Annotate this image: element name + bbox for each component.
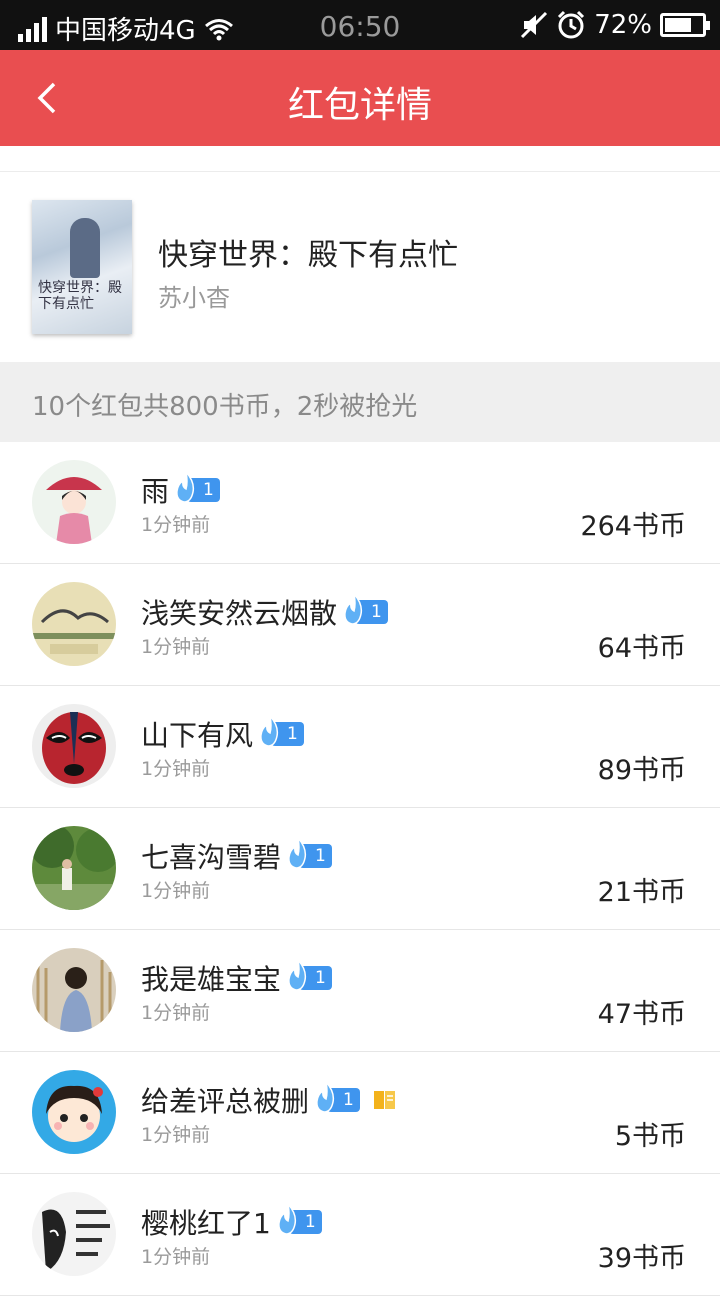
level-badge: 1 <box>344 592 388 625</box>
level-badge: 1 <box>260 714 304 747</box>
name-line: 七喜沟雪碧 1 <box>141 836 332 876</box>
grab-time: 1分钟前 <box>141 1002 211 1024</box>
battery-icon <box>660 13 710 37</box>
cover-figure <box>70 218 100 278</box>
flame-icon <box>316 1080 335 1113</box>
flame-icon <box>288 958 307 991</box>
status-bar: 中国移动4G 06:50 72% <box>0 0 720 50</box>
avatar[interactable] <box>32 826 116 910</box>
recipient-row[interactable]: 浅笑安然云烟散 1 1分钟前 64书币 <box>0 564 720 686</box>
grab-time: 1分钟前 <box>141 1246 211 1268</box>
grab-time: 1分钟前 <box>141 758 211 780</box>
recipient-row[interactable]: 七喜沟雪碧 1 1分钟前 21书币 <box>0 808 720 930</box>
level-badge: 1 <box>277 1202 322 1235</box>
grab-time: 1分钟前 <box>141 514 211 536</box>
grab-time: 1分钟前 <box>141 636 211 658</box>
mute-icon <box>521 11 548 39</box>
recipient-name[interactable]: 我是雄宝宝 <box>141 958 281 998</box>
name-line: 雨1 <box>141 470 220 510</box>
redpacket-summary: 10个红包共800书币，2秒被抢光 <box>0 362 720 442</box>
avatar[interactable] <box>32 582 116 666</box>
summary-text: 10个红包共800书币，2秒被抢光 <box>32 392 418 422</box>
name-line: 浅笑安然云烟散 1 <box>141 592 388 632</box>
book-card[interactable]: 快穿世界：殿下有点忙 快穿世界：殿下有点忙 苏小杳 <box>0 172 720 362</box>
recipient-name[interactable]: 雨 <box>141 470 169 510</box>
recipient-name[interactable]: 给差评总被删 <box>141 1080 309 1120</box>
grab-amount: 89书币 <box>597 755 686 786</box>
name-line: 给差评总被删 1 <box>141 1080 398 1120</box>
alarm-icon <box>558 10 585 39</box>
grab-amount: 21书币 <box>597 877 686 908</box>
avatar[interactable] <box>32 1070 116 1154</box>
recipient-list: 雨 1 1分钟前 264书币 浅笑安然云烟散 1 1分钟前 64书币 山下有风 1 1分钟前 89书币… <box>0 442 720 1296</box>
level-badge: 1 <box>316 1080 360 1113</box>
flame-icon <box>176 470 195 503</box>
flame-icon <box>260 714 279 747</box>
grab-time: 1分钟前 <box>141 1124 211 1146</box>
nav-header: 红包详情 <box>0 50 720 146</box>
avatar[interactable] <box>32 1192 116 1276</box>
recipient-row[interactable]: 山下有风 1 1分钟前 89书币 <box>0 686 720 808</box>
recipient-name[interactable]: 浅笑安然云烟散 <box>141 592 337 632</box>
book-author: 苏小杳 <box>158 284 230 312</box>
recipient-name[interactable]: 山下有风 <box>141 714 253 754</box>
recipient-row[interactable]: 雨 1 1分钟前 264书币 <box>0 442 720 564</box>
recipient-name[interactable]: 樱桃红了1 <box>141 1202 271 1242</box>
flame-icon <box>277 1202 296 1235</box>
flame-icon <box>344 592 363 625</box>
avatar[interactable] <box>32 460 116 544</box>
name-line: 山下有风 1 <box>141 714 304 754</box>
grab-time: 1分钟前 <box>141 880 211 902</box>
grab-amount: 39书币 <box>597 1243 686 1274</box>
battery-fill <box>665 18 691 32</box>
level-badge: 1 <box>176 470 220 503</box>
name-line: 我是雄宝宝 1 <box>141 958 332 998</box>
recipient-row[interactable]: 樱桃红了1 1 1分钟前 39书币 <box>0 1174 720 1296</box>
avatar[interactable] <box>32 948 116 1032</box>
grab-amount: 264书币 <box>580 511 686 542</box>
grab-amount: 5书币 <box>614 1121 686 1152</box>
top-spacer <box>0 146 720 172</box>
recipient-name[interactable]: 七喜沟雪碧 <box>141 836 281 876</box>
grab-amount: 64书币 <box>597 633 686 664</box>
name-line: 樱桃红了1 1 <box>141 1202 322 1242</box>
book-icon <box>373 1091 395 1109</box>
book-cover[interactable]: 快穿世界：殿下有点忙 <box>32 200 132 334</box>
recipient-row[interactable]: 给差评总被删 1 1分钟前 5书币 <box>0 1052 720 1174</box>
book-title: 快穿世界：殿下有点忙 <box>158 238 458 273</box>
page-title: 红包详情 <box>287 85 432 126</box>
level-badge: 1 <box>288 958 332 991</box>
battery-percent: 72% <box>594 10 652 40</box>
grab-amount: 47书币 <box>597 999 686 1030</box>
level-badge: 1 <box>288 836 332 869</box>
cover-title-art: 快穿世界：殿下有点忙 <box>38 280 122 312</box>
flame-icon <box>288 836 307 869</box>
recipient-row[interactable]: 我是雄宝宝 1 1分钟前 47书币 <box>0 930 720 1052</box>
avatar[interactable] <box>32 704 116 788</box>
